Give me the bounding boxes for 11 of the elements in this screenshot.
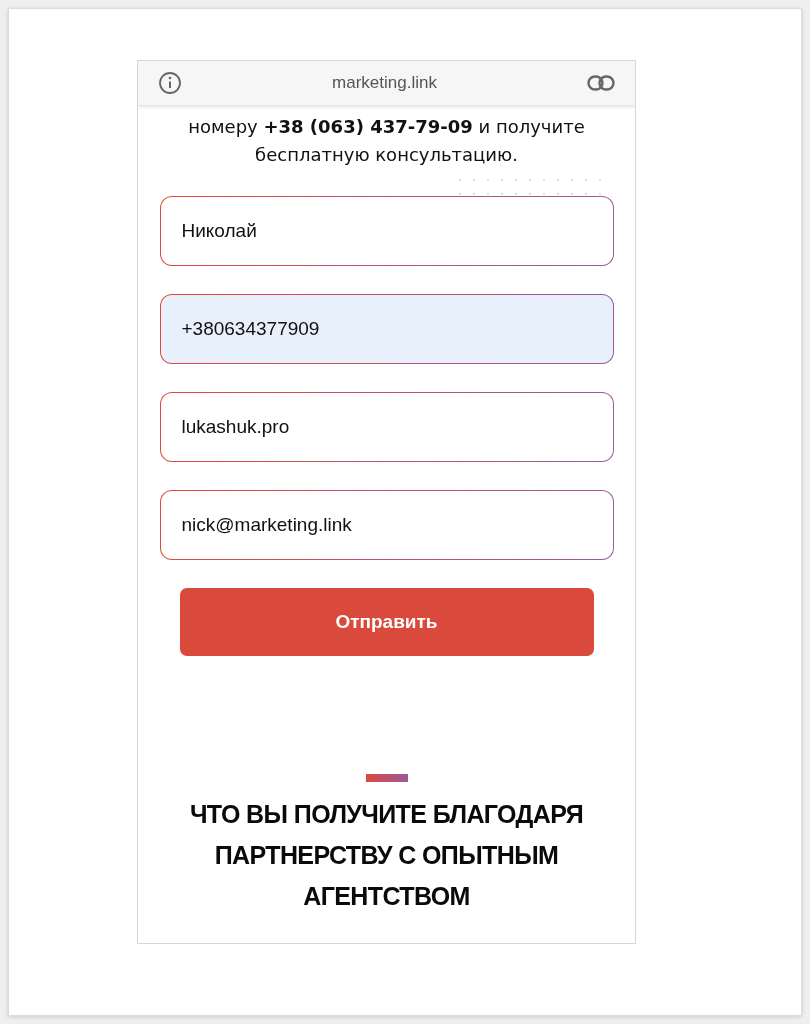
accent-bar [365,774,408,782]
url-text: marketing.link [332,73,437,93]
section-heading: ЧТО ВЫ ПОЛУЧИТЕ БЛАГОДАРЯ ПАРТНЕРСТВУ С ОПЫТНЫМ АГЕНТСТВОМ [188,799,585,912]
submit-button[interactable]: Отправить [179,588,594,656]
link-icon[interactable] [587,75,615,91]
info-icon[interactable] [158,71,182,95]
input-field[interactable]: lukashuk.pro [159,392,614,462]
intro-text: номеру +38 (063) 437-79-09 и получите бесплатную консультацию. [187,115,586,167]
input-field[interactable]: +380634377909 [159,294,614,364]
input-field[interactable]: Николай [159,196,614,266]
input-field[interactable]: nick@marketing.link [159,490,614,560]
